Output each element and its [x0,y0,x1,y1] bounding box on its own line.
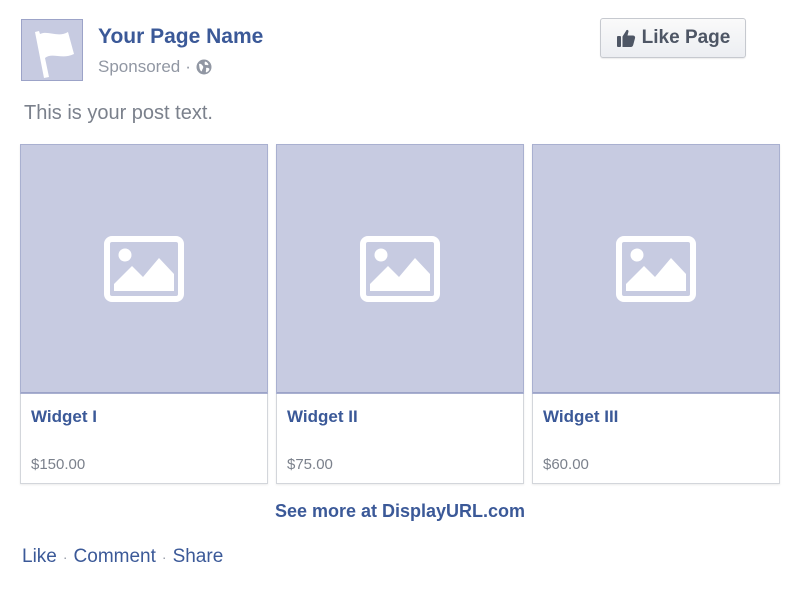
card-image[interactable] [532,144,780,394]
globe-icon[interactable] [196,59,212,75]
carousel-card-2[interactable]: Widget II $75.00 [276,144,524,484]
card-title[interactable]: Widget I [31,407,97,427]
page-avatar[interactable] [21,19,83,81]
sponsored-post: Your Page Name Sponsored · Like Page Thi… [0,0,800,590]
like-link[interactable]: Like [22,546,57,567]
card-image[interactable] [20,144,268,394]
image-placeholder-icon [104,236,184,302]
post-meta: Sponsored · [98,57,212,77]
card-price: $75.00 [287,456,333,473]
page-name-link[interactable]: Your Page Name [98,25,263,49]
card-price: $150.00 [31,456,86,473]
card-image[interactable] [276,144,524,394]
card-price: $60.00 [543,456,589,473]
carousel-card-3[interactable]: Widget III $60.00 [532,144,780,484]
action-separator: · [62,549,68,565]
like-page-label: Like Page [641,27,731,48]
image-placeholder-icon [360,236,440,302]
flag-icon [35,31,74,78]
comment-link[interactable]: Comment [74,546,156,567]
sponsored-label[interactable]: Sponsored [98,57,180,77]
card-title[interactable]: Widget II [287,407,358,427]
image-placeholder-icon [616,236,696,302]
share-link[interactable]: Share [173,546,224,567]
thumbs-up-icon [616,29,635,47]
like-page-button[interactable]: Like Page [600,18,746,58]
carousel-card-1[interactable]: Widget I $150.00 [20,144,268,484]
see-more-link[interactable]: See more at DisplayURL.com [0,501,800,522]
post-actions: Like · Comment · Share [22,546,223,568]
card-title[interactable]: Widget III [543,407,618,427]
post-text: This is your post text. [24,102,213,124]
carousel: Widget I $150.00 Widget II $75.00 Widget… [20,144,780,484]
meta-separator: · [185,57,191,76]
action-separator: · [161,549,167,565]
